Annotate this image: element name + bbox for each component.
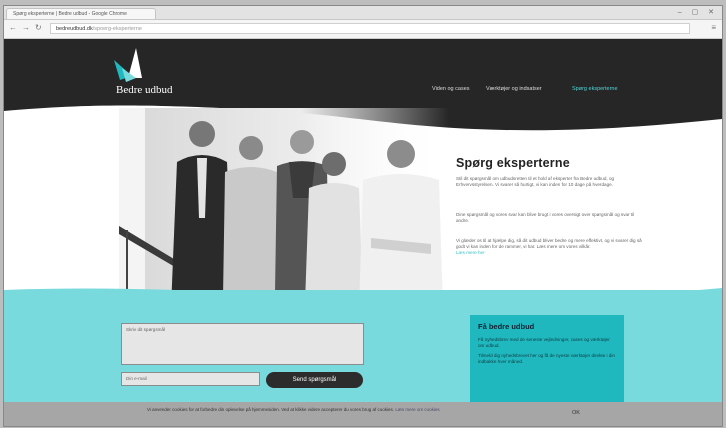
question-textarea[interactable]: Skriv dit spørgsmål: [121, 323, 364, 365]
url-host: bedreudbud.dk: [56, 26, 93, 32]
url-input[interactable]: bedreudbud.dk/spoerg-eksperterne: [50, 23, 690, 34]
cookie-banner: Vi anvender cookies for at forbedre din …: [4, 402, 722, 426]
cookie-text: Vi anvender cookies for at forbedre din …: [147, 407, 507, 413]
newsletter-box: Få bedre udbud Få nyhedsbrev med de sene…: [470, 315, 624, 405]
hero-paragraph-2: Dine spørgsmål og vores svar kan blive b…: [456, 212, 635, 224]
read-more-link[interactable]: Læs mere her: [456, 250, 646, 256]
hero-paragraph-3: Vi glæder os til at hjælpe dig, så dit u…: [456, 238, 646, 257]
newsletter-title: Få bedre udbud: [478, 322, 535, 331]
cookie-message: Vi anvender cookies for at forbedre din …: [147, 407, 395, 412]
menu-icon[interactable]: ≡: [711, 23, 716, 32]
forward-icon[interactable]: →: [22, 23, 30, 32]
address-bar: ← → ↻ bedreudbud.dk/spoerg-eksperterne ≡: [4, 20, 722, 39]
send-question-button[interactable]: Send spørgsmål: [266, 372, 363, 388]
browser-window: Spørg eksperterne | Bedre udbud - Google…: [4, 6, 722, 426]
nav-item-spoerg[interactable]: Spørg eksperterne: [572, 86, 618, 92]
cookie-ok-button[interactable]: OK: [572, 410, 580, 416]
page-title: Spørg eksperterne: [456, 156, 570, 170]
hero-paragraph-1: Stil dit spørgsmål om udbudsretten til e…: [456, 176, 615, 188]
cookie-link[interactable]: Læs mere om cookies: [395, 407, 439, 412]
back-icon[interactable]: ←: [9, 23, 17, 32]
newsletter-text-2[interactable]: Tilmeld dig nyhedsbrevet her og få de ny…: [478, 353, 616, 365]
teal-wave: [4, 288, 722, 304]
logo-text[interactable]: Bedre udbud: [116, 84, 173, 96]
window-controls[interactable]: – ▢ ✕: [678, 8, 718, 16]
reload-icon[interactable]: ↻: [35, 23, 42, 32]
nav-item-vaerktoejer[interactable]: Værktøjer og indsatser: [486, 86, 542, 92]
tab-bar: Spørg eksperterne | Bedre udbud - Google…: [4, 6, 722, 20]
newsletter-text-1: Få nyhedsbrev med de seneste vejledninge…: [478, 337, 610, 348]
browser-tab[interactable]: Spørg eksperterne | Bedre udbud - Google…: [6, 8, 156, 19]
hero-paragraph-3-text: Vi glæder os til at hjælpe dig, så dit u…: [456, 238, 642, 250]
logo-icon[interactable]: [112, 46, 146, 84]
email-field[interactable]: Din e-mail: [121, 372, 260, 386]
url-path: /spoerg-eksperterne: [92, 26, 142, 32]
nav-item-viden[interactable]: Viden og cases: [432, 86, 470, 92]
